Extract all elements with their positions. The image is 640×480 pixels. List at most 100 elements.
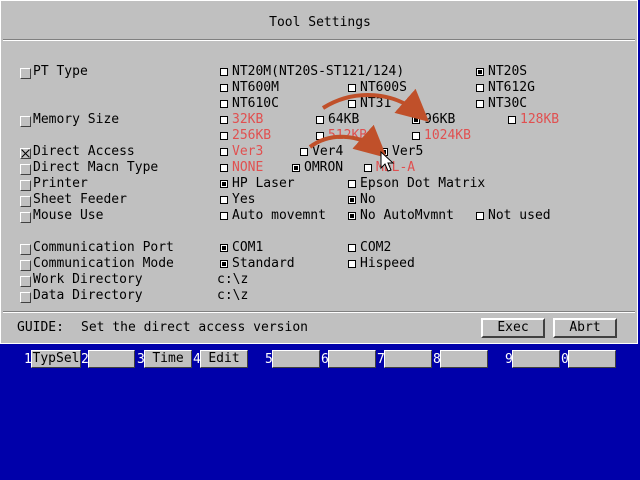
pt-nt600s-label: NT600S [360,80,407,95]
work-dir-checkbox[interactable] [20,276,31,287]
feeder-no-label: No [360,192,376,207]
mem-256kb-checkbox[interactable] [220,132,228,140]
pt-nt20s-label: NT20S [488,64,528,79]
mem-256kb-label: 256KB [232,128,272,143]
direct-access-checkbox[interactable] [20,148,31,159]
printer-epson-checkbox[interactable] [348,180,356,188]
sheet-feeder-checkbox[interactable] [20,196,31,207]
pt-nt612g-checkbox[interactable] [476,84,484,92]
mouse-notused-checkbox[interactable] [476,212,484,220]
comm-port-label: Communication Port [33,240,174,255]
pt-nt31-checkbox[interactable] [348,100,356,108]
mem-1024kb-checkbox[interactable] [412,132,420,140]
fkey-6-button[interactable] [328,350,376,368]
comm-mode-label: Communication Mode [33,256,174,271]
comm-mode-checkbox[interactable] [20,260,31,271]
port-com1-checkbox[interactable] [220,244,228,252]
macn-mel-a-label: MEL-A [376,160,416,175]
mem-96kb-checkbox[interactable] [412,116,420,124]
dialog-title: Tool Settings [269,15,371,30]
printer-hp-label: HP Laser [232,176,295,191]
guide-label: GUIDE: [17,320,64,335]
fkey-2-button[interactable] [88,350,135,368]
fkey-1-typsel-button[interactable]: TypSel [31,350,81,368]
macn-omron-label: OMRON [304,160,344,175]
fkey-0-button[interactable] [568,350,616,368]
direct-macn-label: Direct Macn Type [33,160,159,175]
mode-hispeed-checkbox[interactable] [348,260,356,268]
pt-nt610c-checkbox[interactable] [220,100,228,108]
pt-nt600m-label: NT600M [232,80,279,95]
da-ver4-checkbox[interactable] [300,148,308,156]
printer-label: Printer [33,176,88,191]
mouse-noauto-label: No AutoMvmnt [360,208,454,223]
da-ver5-checkbox[interactable] [380,148,388,156]
pt-nt20s-checkbox[interactable] [476,68,484,76]
macn-none-label: NONE [232,160,264,175]
pt-nt20m-label: NT20M(NT20S-ST121/124) [232,64,405,79]
pt-nt600s-checkbox[interactable] [348,84,356,92]
macn-mel-a-checkbox[interactable] [364,164,372,172]
pt-nt612g-label: NT612G [488,80,535,95]
fkey-8-button[interactable] [440,350,488,368]
da-ver3-checkbox[interactable] [220,148,228,156]
mem-32kb-label: 32KB [232,112,264,127]
pt-type-label: PT Type [33,64,88,79]
tool-settings-dialog: Tool Settings PT Type NT20M(NT20S-ST121/… [0,0,638,344]
mouse-use-checkbox[interactable] [20,212,31,223]
mouse-use-label: Mouse Use [33,208,104,223]
pt-nt31-label: NT31 [360,96,392,111]
da-ver3-label: Ver3 [232,144,264,159]
title-divider [3,39,635,41]
work-dir-label: Work Directory [33,272,143,287]
fkey-5-button[interactable] [272,350,320,368]
abort-button[interactable]: Abrt [553,318,617,338]
guide-text: Set the direct access version [81,320,308,335]
pt-nt600m-checkbox[interactable] [220,84,228,92]
mode-standard-label: Standard [232,256,295,271]
direct-access-label: Direct Access [33,144,135,159]
port-com1-label: COM1 [232,240,264,255]
mode-hispeed-label: Hispeed [360,256,415,271]
fkey-7-button[interactable] [384,350,432,368]
comm-port-checkbox[interactable] [20,244,31,255]
printer-checkbox[interactable] [20,180,31,191]
mouse-notused-label: Not used [488,208,551,223]
memory-size-label: Memory Size [33,112,120,127]
fkey-9-button[interactable] [512,350,560,368]
work-dir-value[interactable]: c:\z [217,272,248,288]
mouse-noauto-checkbox[interactable] [348,212,356,220]
feeder-yes-label: Yes [232,192,256,207]
mem-1024kb-label: 1024KB [424,128,471,143]
pt-nt30c-checkbox[interactable] [476,100,484,108]
mem-32kb-checkbox[interactable] [220,116,228,124]
memory-size-checkbox[interactable] [20,116,31,127]
exec-button[interactable]: Exec [481,318,545,338]
pt-nt20m-checkbox[interactable] [220,68,228,76]
fkey-3-time-button[interactable]: Time [144,350,192,368]
mem-128kb-label: 128KB [520,112,560,127]
sheet-feeder-label: Sheet Feeder [33,192,127,207]
port-com2-label: COM2 [360,240,392,255]
feeder-yes-checkbox[interactable] [220,196,228,204]
data-dir-checkbox[interactable] [20,292,31,303]
da-ver5-label: Ver5 [392,144,424,159]
mem-512kb-label: 512KB [328,128,368,143]
feeder-no-checkbox[interactable] [348,196,356,204]
macn-omron-checkbox[interactable] [292,164,300,172]
mode-standard-checkbox[interactable] [220,260,228,268]
mem-96kb-label: 96KB [424,112,456,127]
mem-64kb-checkbox[interactable] [316,116,324,124]
mouse-auto-checkbox[interactable] [220,212,228,220]
macn-none-checkbox[interactable] [220,164,228,172]
pt-type-checkbox[interactable] [20,68,31,79]
mem-64kb-label: 64KB [328,112,360,127]
data-dir-value[interactable]: c:\z [217,288,248,304]
data-dir-label: Data Directory [33,288,143,303]
fkey-4-edit-button[interactable]: Edit [200,350,248,368]
printer-hp-checkbox[interactable] [220,180,228,188]
direct-macn-checkbox[interactable] [20,164,31,175]
port-com2-checkbox[interactable] [348,244,356,252]
mem-512kb-checkbox[interactable] [316,132,324,140]
mem-128kb-checkbox[interactable] [508,116,516,124]
